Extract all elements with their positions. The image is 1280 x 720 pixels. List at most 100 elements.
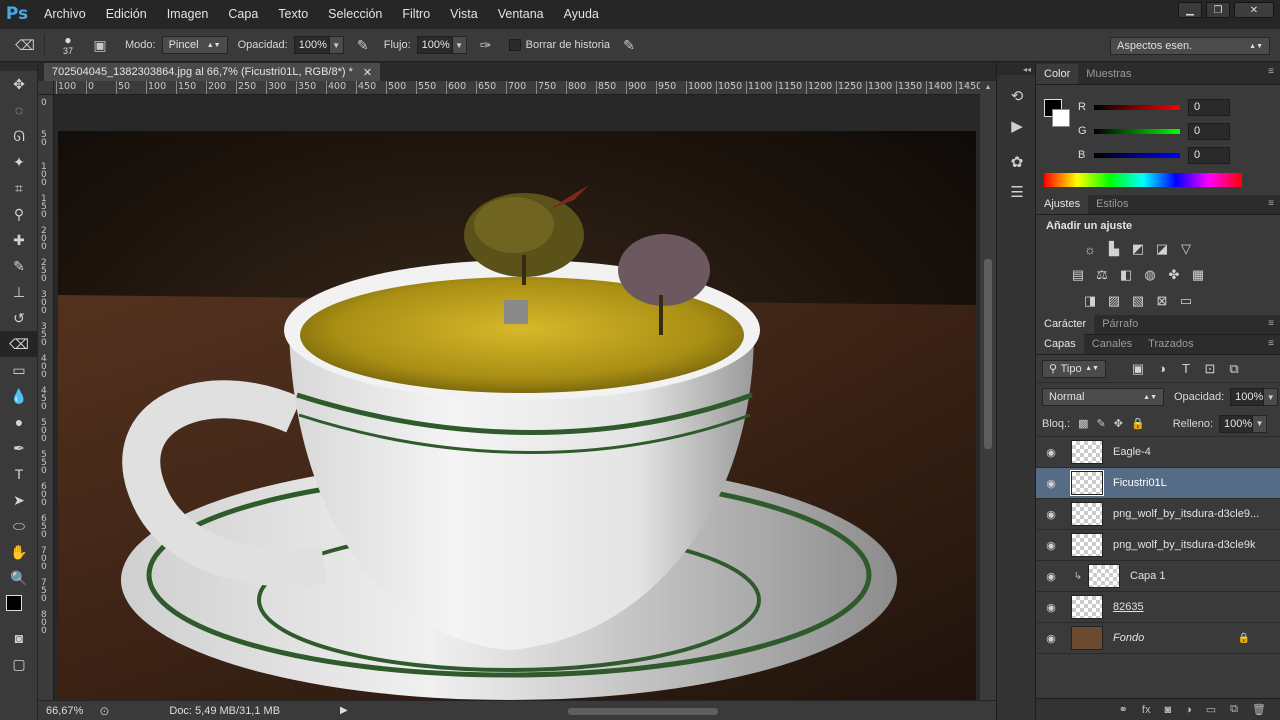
lasso-tool-icon[interactable]: ᘏ [0, 123, 38, 149]
lock-position-icon[interactable]: ✥ [1114, 417, 1123, 430]
dodge-tool-icon[interactable]: ● [0, 409, 38, 435]
posterize-icon[interactable]: ▨ [1102, 288, 1126, 314]
zoom-level[interactable]: 66,67% [46, 705, 83, 717]
lock-transparency-icon[interactable]: ▩ [1078, 417, 1088, 430]
close-tab-icon[interactable]: ✕ [363, 66, 372, 79]
visibility-eye-icon[interactable]: ◉ [1036, 477, 1066, 490]
menu-imagen[interactable]: Imagen [157, 0, 219, 28]
ellipse-tool-icon[interactable]: ⬭ [0, 513, 38, 539]
link-layers-icon[interactable]: ⚭ [1119, 703, 1128, 716]
status-menu-arrow-icon[interactable]: ▶ [340, 705, 348, 716]
fill-input[interactable]: 100% [1219, 414, 1254, 433]
brush-presets-icon[interactable]: ✿ [997, 147, 1037, 177]
tab-paths[interactable]: Trazados [1140, 334, 1201, 354]
healing-brush-tool-icon[interactable]: ✚ [0, 227, 38, 253]
color-lookup-icon[interactable]: ▦ [1186, 262, 1210, 288]
tool-presets-icon[interactable]: ☰ [997, 177, 1037, 207]
layer-filter-select[interactable]: ⚲ Tipo ▲▼ [1042, 359, 1106, 378]
menu-ventana[interactable]: Ventana [488, 0, 554, 28]
menu-edicion[interactable]: Edición [96, 0, 157, 28]
tab-swatches[interactable]: Muestras [1078, 64, 1139, 84]
channel-mixer-icon[interactable]: ✤ [1162, 262, 1186, 288]
menu-vista[interactable]: Vista [440, 0, 488, 28]
layer-row[interactable]: ◉ Ficustri01L [1036, 468, 1280, 499]
panel-menu-icon[interactable]: ≡ [1268, 318, 1274, 329]
horizontal-scroll-thumb[interactable] [568, 708, 718, 715]
type-tool-icon[interactable]: T [0, 461, 38, 487]
scroll-up-icon[interactable]: ▲ [980, 81, 996, 93]
history-brush-tool-icon[interactable]: ↺ [0, 305, 38, 331]
clone-stamp-tool-icon[interactable]: ⊥ [0, 279, 38, 305]
zoom-tool-icon[interactable]: 🔍 [0, 565, 38, 591]
layer-style-icon[interactable]: fx [1142, 704, 1151, 716]
vertical-ruler[interactable]: 0 50 100 150 200 250 300 350 400 450 500 550 600 650 7… [38, 95, 54, 700]
slider-g-value[interactable]: 0 [1188, 122, 1230, 140]
tab-color[interactable]: Color [1036, 64, 1079, 84]
filter-pixel-icon[interactable]: ▣ [1126, 356, 1150, 382]
brush-size-picker[interactable]: ● 37 [55, 31, 81, 59]
brightness-icon[interactable]: ☼ [1078, 236, 1102, 262]
flow-dropdown[interactable]: ▼ [452, 36, 467, 54]
photo-filter-icon[interactable]: ◍ [1138, 262, 1162, 288]
path-selection-tool-icon[interactable]: ➤ [0, 487, 38, 513]
new-layer-icon[interactable]: ⧉ [1230, 703, 1238, 716]
opacity-input[interactable]: 100% [293, 36, 330, 54]
menu-seleccion[interactable]: Selección [318, 0, 392, 28]
slider-r-track[interactable] [1094, 104, 1180, 110]
eraser-tool-icon[interactable]: ⌫ [0, 331, 38, 357]
vertical-scroll-thumb[interactable] [984, 259, 992, 449]
new-group-icon[interactable]: ▭ [1206, 703, 1216, 716]
filter-smart-object-icon[interactable]: ⧉ [1222, 356, 1246, 382]
layer-row[interactable]: ◉ Eagle-4 [1036, 437, 1280, 468]
status-info-icon[interactable]: ⊙ [99, 704, 109, 718]
lock-pixels-icon[interactable]: ✎ [1097, 417, 1106, 430]
black-white-icon[interactable]: ◧ [1114, 262, 1138, 288]
visibility-eye-icon[interactable]: ◉ [1036, 446, 1066, 459]
curves-icon[interactable]: ◩ [1126, 236, 1150, 262]
history-panel-icon[interactable]: ⟲ [997, 81, 1037, 111]
airbrush-icon[interactable]: ✑ [475, 34, 497, 56]
document-tab[interactable]: 702504045_1382303864.jpg al 66,7% (Ficus… [44, 63, 381, 81]
selective-color-icon[interactable]: ⊠ [1150, 288, 1174, 314]
hand-tool-icon[interactable]: ✋ [0, 539, 38, 565]
erase-to-history-checkbox[interactable] [508, 39, 521, 51]
eyedropper-tool-icon[interactable]: ⚲ [0, 201, 38, 227]
color-spectrum-bar[interactable] [1044, 173, 1242, 187]
brush-tool-icon[interactable]: ✎ [0, 253, 38, 279]
tab-character[interactable]: Carácter [1036, 314, 1095, 334]
gradient-tool-icon[interactable]: ▭ [0, 357, 38, 383]
tab-paragraph[interactable]: Párrafo [1094, 314, 1146, 334]
magic-wand-tool-icon[interactable]: ✦ [0, 149, 38, 175]
hue-saturation-icon[interactable]: ▤ [1066, 262, 1090, 288]
move-tool-icon[interactable]: ✥ [0, 71, 38, 97]
mode-select[interactable]: Pincel ▲▼ [161, 36, 228, 54]
lock-all-icon[interactable]: 🔒 [1131, 417, 1145, 430]
visibility-eye-icon[interactable]: ◉ [1036, 539, 1066, 552]
tab-adjustments[interactable]: Ajustes [1036, 194, 1089, 214]
foreground-color-swatch[interactable] [6, 595, 22, 611]
crop-tool-icon[interactable]: ⌗ [0, 175, 38, 201]
filter-type-icon[interactable]: T [1174, 356, 1198, 382]
pen-tool-icon[interactable]: ✒ [0, 435, 38, 461]
fill-dropdown[interactable]: ▼ [1253, 414, 1268, 433]
layer-row[interactable]: ◉ png_wolf_by_itsdura-d3cle9k [1036, 530, 1280, 561]
slider-r-value[interactable]: 0 [1188, 98, 1230, 116]
invert-icon[interactable]: ◨ [1078, 288, 1102, 314]
ruler-origin[interactable] [38, 81, 54, 95]
levels-icon[interactable]: ▙ [1102, 236, 1126, 262]
menu-archivo[interactable]: Archivo [34, 0, 96, 28]
panel-menu-icon[interactable]: ≡ [1268, 66, 1274, 77]
screen-mode-icon[interactable]: ▢ [0, 651, 38, 677]
close-window-button[interactable]: ✕ [1234, 2, 1274, 18]
brush-panel-icon[interactable]: ▣ [89, 34, 111, 56]
threshold-icon[interactable]: ▧ [1126, 288, 1150, 314]
quick-mask-icon[interactable]: ◙ [0, 625, 38, 651]
pressure-opacity-icon[interactable]: ✎ [352, 34, 374, 56]
vibrance-icon[interactable]: ▽ [1174, 236, 1198, 262]
layer-row[interactable]: ◉ png_wolf_by_itsdura-d3cle9... [1036, 499, 1280, 530]
visibility-eye-icon[interactable]: ◉ [1036, 508, 1066, 521]
document-image[interactable] [54, 95, 980, 700]
eraser-tool-preset-icon[interactable]: ⌫ [14, 34, 36, 56]
horizontal-ruler[interactable]: 100 0 50 100 150 200 250 300 350 400 450 500 550 600 6… [54, 81, 980, 95]
slider-b-value[interactable]: 0 [1188, 146, 1230, 164]
